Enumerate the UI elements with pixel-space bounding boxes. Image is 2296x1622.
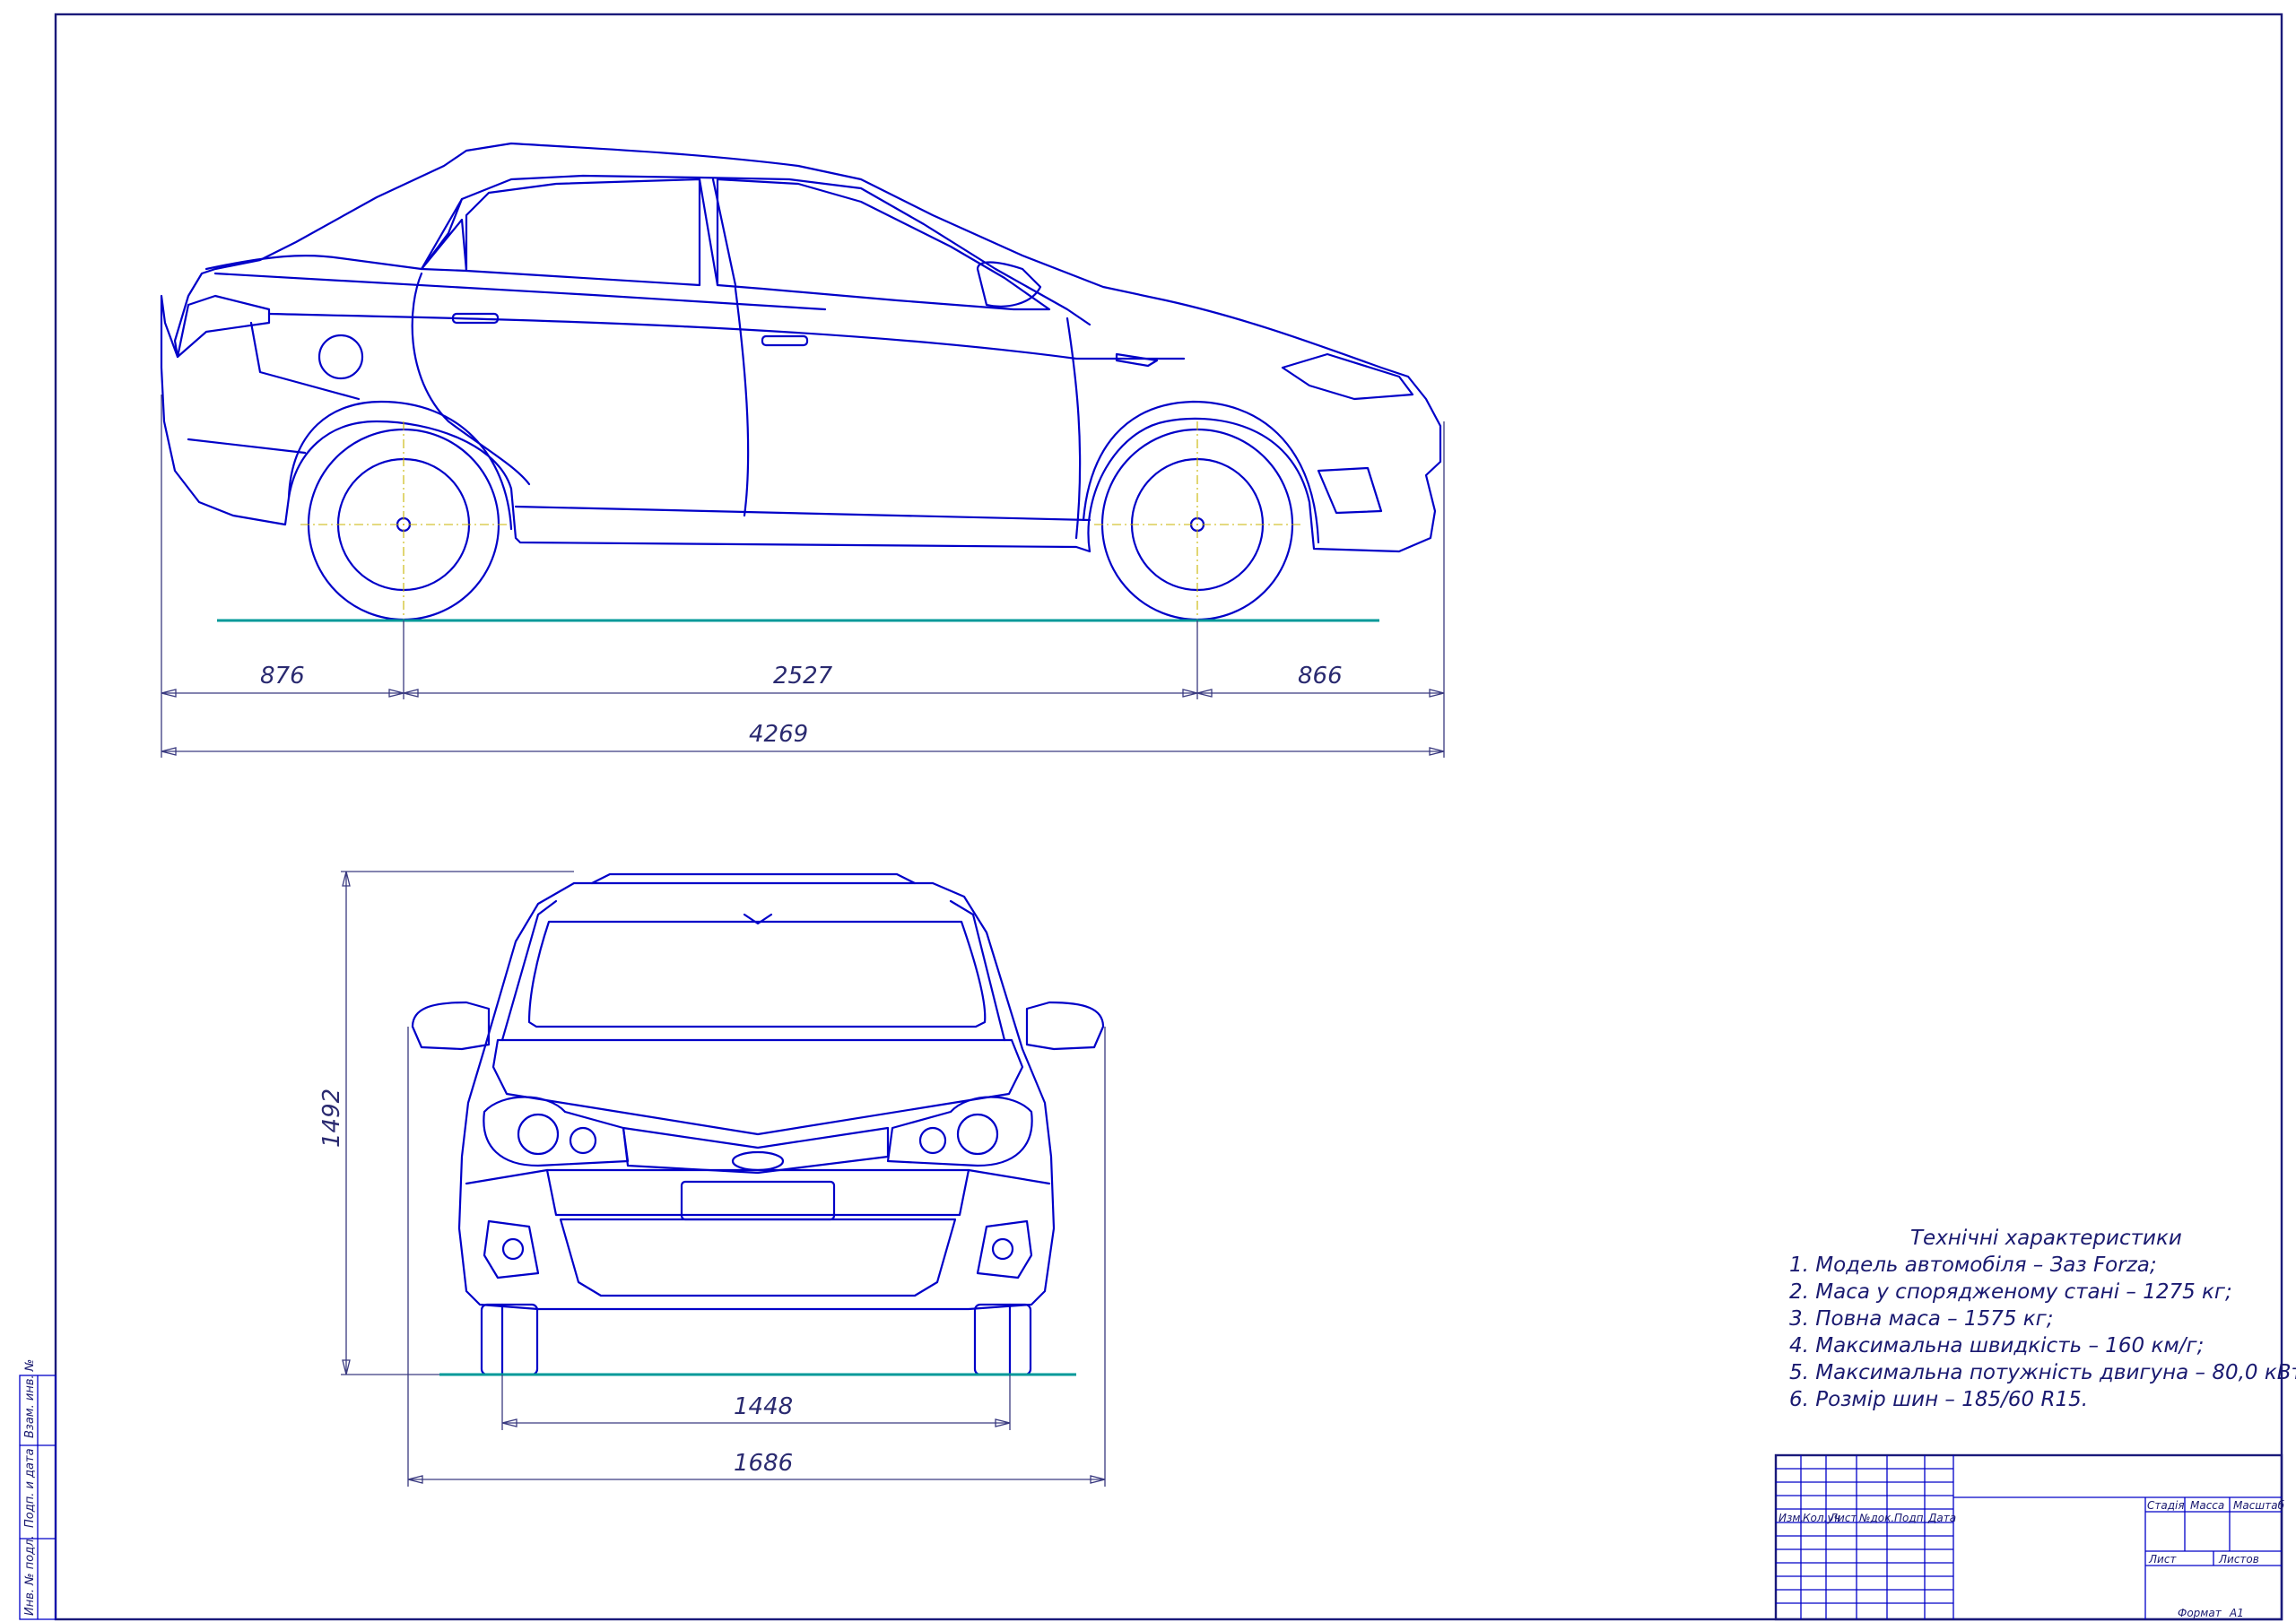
dim-wheelbase: 2527 (773, 663, 833, 690)
dim-width: 1686 (734, 1450, 793, 1477)
right-mirror (1025, 1001, 1105, 1051)
badge (731, 1150, 785, 1172)
tb-col-sheet: Лист (1829, 1512, 1857, 1524)
lower-grille (559, 1218, 957, 1297)
technical-specs: Технічні характеристики 1. Модель автомо… (1789, 1227, 2296, 1411)
side-stamp-replace-inv: Взам. инв. № (23, 1359, 37, 1438)
tb-sheets: Листов (2218, 1553, 2259, 1566)
car-front-view (411, 872, 1105, 1376)
tb-col-doc: №док. (1858, 1512, 1894, 1524)
left-headlight (483, 1096, 630, 1167)
tb-sheet: Лист (2148, 1553, 2177, 1566)
left-mirror (411, 1001, 491, 1051)
dim-height: 1492 (318, 1089, 345, 1148)
side-stamp-sign-date: Подп. и дата (23, 1448, 37, 1528)
side-stamp: Инв. № подл. Подп. и дата Взам. инв. № (19, 1359, 57, 1620)
side-windows (465, 178, 701, 287)
dim-track: 1448 (734, 1393, 793, 1420)
title-block: Изм. Кол.уч Лист №док. Подп. Дата Стадія… (1774, 1453, 2285, 1621)
rear-door (411, 272, 531, 486)
spec-item-5: 5. Максимальна потужність двигуна – 80,0… (1789, 1361, 2296, 1384)
right-headlight (886, 1096, 1033, 1167)
tb-stage: Стадія (2147, 1499, 2185, 1512)
tb-col-sign: Подп. (1894, 1512, 1926, 1524)
rear-window (420, 218, 468, 273)
specs-title: Технічні характеристики (1910, 1227, 2182, 1250)
spec-item-6: 6. Розмір шин – 185/60 R15. (1789, 1388, 2088, 1411)
license-plate (680, 1180, 836, 1221)
tb-format-label: Формат (2178, 1607, 2222, 1619)
left-tyre (480, 1303, 539, 1376)
dim-overall-length: 4269 (749, 721, 808, 748)
right-tyre (973, 1303, 1032, 1376)
car-side-view (160, 142, 1442, 628)
side-dimensions: 876 2527 866 4269 (161, 395, 1445, 758)
dim-front-overhang: 876 (260, 663, 305, 690)
drawing-sheet: Инв. № подл. Подп. и дата Взам. инв. № 8… (19, 13, 2296, 1621)
front-door (734, 287, 750, 517)
windshield (527, 920, 987, 1028)
tb-col-change: Изм. (1779, 1512, 1804, 1524)
spec-item-2: 2. Маса у спорядженому стані – 1275 кг; (1789, 1280, 2232, 1304)
tb-col-date: Дата (1927, 1512, 1956, 1524)
side-stamp-inv-orig: Инв. № подл. (23, 1535, 37, 1616)
spec-item-1: 1. Модель автомобіля – Заз Forza; (1789, 1253, 2157, 1277)
tb-scale: Масштаб (2233, 1499, 2285, 1512)
tb-mass: Масса (2190, 1499, 2224, 1512)
front-body-outline (457, 881, 1056, 1311)
tb-format-value: А1 (2229, 1607, 2244, 1619)
front-dimensions: 1492 1448 1686 (318, 871, 1106, 1487)
dim-rear-overhang: 866 (1298, 663, 1343, 690)
side-body-outline (160, 142, 1442, 553)
spec-item-3: 3. Повна маса – 1575 кг; (1789, 1307, 2054, 1331)
spec-item-4: 4. Максимальна швидкість – 160 км/г; (1789, 1334, 2204, 1357)
